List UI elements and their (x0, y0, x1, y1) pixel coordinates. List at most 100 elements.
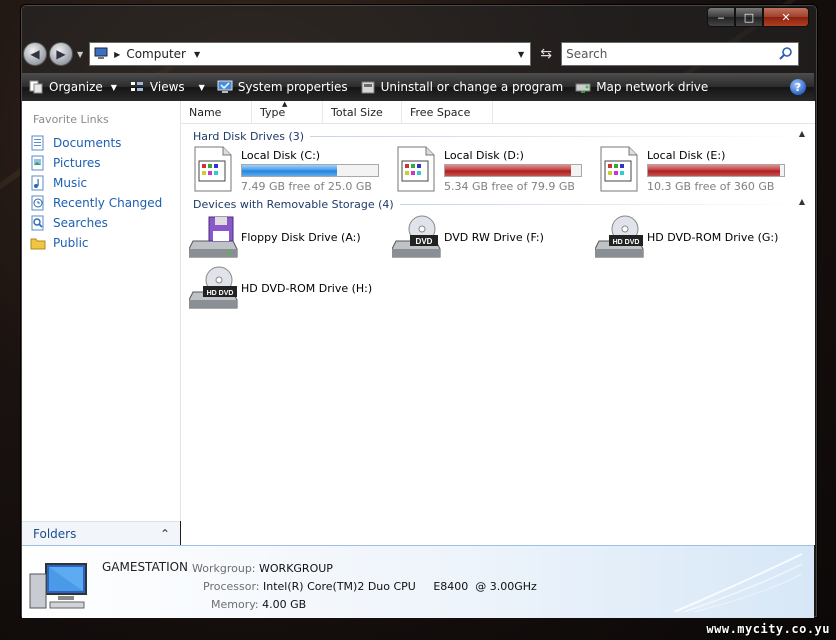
drive-name: DVD RW Drive (F:) (444, 230, 544, 244)
sidebar-item-label: Searches (53, 216, 108, 230)
drive-tile-e[interactable]: Local Disk (E:) 10.3 GB free of 360 GB (599, 145, 785, 195)
breadcrumb-computer[interactable]: Computer (126, 47, 186, 61)
search-placeholder: Search (566, 47, 608, 61)
navigation-pane: Favorite Links Documents Pictures Music … (22, 101, 181, 521)
drive-tile-c[interactable]: Local Disk (C:) 7.49 GB free of 25.0 GB (193, 145, 379, 195)
drive-free-space: 7.49 GB free of 25.0 GB (241, 180, 372, 193)
computer-icon (29, 563, 87, 609)
drive-name: HD DVD-ROM Drive (G:) (647, 230, 779, 244)
system-properties-label: System properties (237, 80, 348, 94)
group-header-hard-disks[interactable]: Hard Disk Drives (3) (193, 128, 805, 144)
drive-name: Local Disk (C:) (241, 149, 321, 162)
organize-label: Organize (49, 80, 103, 94)
search-icon[interactable] (779, 47, 793, 61)
map-network-drive-button[interactable]: Map network drive (569, 73, 714, 101)
sidebar-item-documents[interactable]: Documents (30, 133, 121, 153)
drive-tile-a[interactable]: Floppy Disk Drive (A:) (188, 215, 361, 259)
dvd-badge: DVD (416, 237, 433, 246)
breadcrumb-dropdown-icon[interactable]: ▼ (194, 50, 200, 59)
drive-name: HD DVD-ROM Drive (H:) (241, 281, 373, 295)
forward-arrow-icon: ▶ (56, 47, 66, 61)
sidebar-item-label: Recently Changed (53, 196, 163, 210)
caption-buttons: ‒ □ ✕ (707, 7, 809, 27)
views-button[interactable]: Views ▼ (123, 73, 211, 101)
drive-tile-d[interactable]: Local Disk (D:) 5.34 GB free of 79.9 GB (396, 145, 582, 195)
sidebar-item-music[interactable]: Music (30, 173, 87, 193)
help-button[interactable]: ? (790, 79, 806, 95)
recent-pages-dropdown-icon[interactable]: ▼ (77, 50, 83, 59)
drive-tile-f[interactable]: DVD DVD RW Drive (F:) (391, 215, 544, 259)
sidebar-item-label: Documents (53, 136, 122, 150)
collapse-group-icon[interactable]: ▲ (799, 129, 805, 138)
computer-icon (94, 47, 108, 59)
hard-drive-icon (396, 145, 440, 195)
hd-dvd-drive-icon: HD DVD (594, 215, 645, 259)
group-divider (310, 135, 805, 137)
address-history-dropdown-icon[interactable]: ▼ (518, 50, 524, 59)
sidebar-item-public[interactable]: Public (30, 233, 89, 253)
watermark-text: www.mycity.co.yu (706, 622, 830, 636)
drive-free-space: 10.3 GB free of 360 GB (647, 180, 775, 193)
command-bar: Organize ▼ Views ▼ System properties Uni… (22, 73, 814, 101)
address-bar[interactable]: ▶ Computer ▼ ▼ (89, 42, 532, 66)
sidebar-item-pictures[interactable]: Pictures (30, 153, 101, 173)
collapse-group-icon[interactable]: ▲ (799, 197, 805, 206)
search-input[interactable]: Search (561, 42, 800, 66)
documents-icon (31, 135, 44, 151)
folders-label: Folders (33, 527, 77, 541)
network-drive-icon (575, 79, 591, 95)
uninstall-program-icon (360, 79, 376, 95)
drive-usage-fill (648, 165, 780, 176)
group-header-removable[interactable]: Devices with Removable Storage (4) (193, 196, 805, 212)
group-title: Devices with Removable Storage (4) (193, 197, 394, 211)
close-button[interactable]: ✕ (763, 7, 809, 27)
column-header-type[interactable]: Type ▲ (252, 100, 323, 123)
group-title: Hard Disk Drives (3) (193, 129, 305, 143)
organize-button[interactable]: Organize ▼ (22, 73, 123, 101)
folders-toggle[interactable]: Folders ⌃ (22, 521, 180, 546)
uninstall-program-button[interactable]: Uninstall or change a program (354, 73, 570, 101)
sidebar-item-recently-changed[interactable]: Recently Changed (30, 193, 162, 213)
workgroup-value: WORKGROUP (259, 562, 333, 575)
views-icon (129, 79, 145, 95)
maximize-button[interactable]: □ (735, 7, 763, 27)
sort-ascending-icon: ▲ (282, 100, 288, 108)
forward-button[interactable]: ▶ (49, 42, 73, 66)
dvd-rw-drive-icon: DVD (391, 215, 442, 259)
breadcrumb-separator-icon[interactable]: ▶ (114, 50, 120, 59)
column-headers: Name Type ▲ Total Size Free Space (181, 100, 815, 124)
system-properties-button[interactable]: System properties (211, 73, 354, 101)
hard-drive-icon (599, 145, 643, 195)
explorer-window: ‒ □ ✕ ◀ ▶ ▼ ▶ Computer ▼ ▼ ⇆ Search Orga… (20, 4, 818, 618)
back-arrow-icon: ◀ (30, 47, 40, 61)
back-button[interactable]: ◀ (23, 42, 47, 66)
chevron-down-icon: ▼ (198, 82, 205, 92)
pictures-icon (31, 155, 44, 171)
organize-icon (28, 79, 44, 95)
column-header-name[interactable]: Name (181, 101, 252, 123)
refresh-button[interactable]: ⇆ (535, 43, 557, 65)
column-header-total-size[interactable]: Total Size (323, 101, 402, 123)
file-list-pane: Name Type ▲ Total Size Free Space Hard D… (181, 100, 815, 545)
address-row: ◀ ▶ ▼ ▶ Computer ▼ ▼ ⇆ Search (23, 39, 815, 69)
drive-name: Floppy Disk Drive (A:) (241, 230, 361, 244)
drive-tile-g[interactable]: HD DVD HD DVD-ROM Drive (G:) (594, 215, 779, 259)
drive-usage-bar (444, 164, 582, 177)
drive-usage-fill (445, 165, 572, 176)
system-properties-icon (217, 79, 233, 95)
hard-drive-icon (193, 145, 237, 195)
sidebar-item-searches[interactable]: Searches (30, 213, 108, 233)
drive-usage-bar (241, 164, 379, 177)
processor-value: Intel(R) Core(TM)2 Duo CPU E8400 @ 3.00G… (263, 580, 537, 593)
views-label: Views (149, 80, 185, 94)
details-decoration (674, 553, 803, 612)
drive-tile-h[interactable]: HD DVD HD DVD-ROM Drive (H:) (188, 266, 373, 310)
uninstall-program-label: Uninstall or change a program (380, 80, 564, 94)
minimize-button[interactable]: ‒ (707, 7, 735, 27)
searches-icon (31, 215, 44, 231)
computer-name: GAMESTATION (102, 560, 189, 574)
public-folder-icon (30, 238, 46, 250)
hd-dvd-badge: HD DVD (613, 239, 640, 246)
column-header-free-space[interactable]: Free Space (402, 101, 493, 123)
drive-usage-bar (647, 164, 785, 177)
